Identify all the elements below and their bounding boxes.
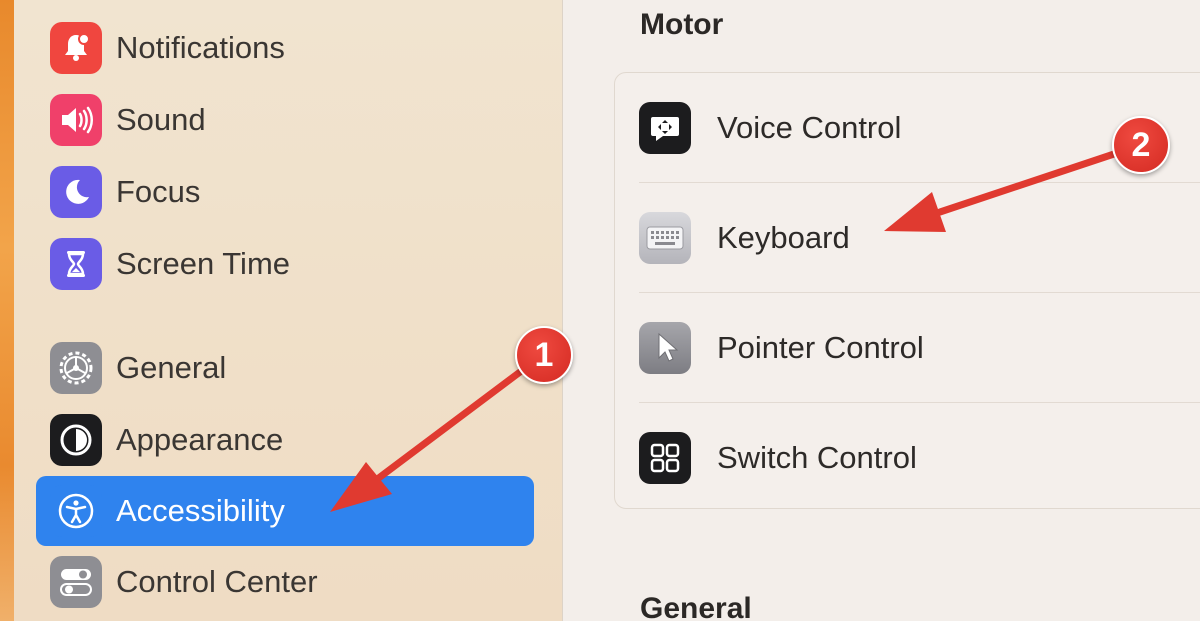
- row-pointer-control[interactable]: Pointer Control: [615, 293, 1200, 403]
- sidebar-item-label: General: [116, 350, 227, 385]
- sidebar-item-label: Sound: [116, 102, 206, 137]
- annotation-badge-1: 1: [515, 326, 573, 384]
- sidebar-item-accessibility[interactable]: Accessibility: [36, 476, 534, 546]
- section-title-general: General: [640, 592, 752, 621]
- sidebar: Notifications Sound Focus Screen Time Ge…: [14, 0, 562, 621]
- desktop-wallpaper: [0, 0, 14, 621]
- row-label: Pointer Control: [717, 330, 924, 365]
- speaker-icon: [50, 94, 102, 146]
- sidebar-item-label: Screen Time: [116, 246, 291, 281]
- sidebar-item-sound[interactable]: Sound: [36, 85, 534, 155]
- voice-control-icon: [639, 102, 691, 154]
- sidebar-item-label: Focus: [116, 174, 201, 209]
- annotation-badge-2: 2: [1112, 116, 1170, 174]
- row-label: Switch Control: [717, 440, 917, 475]
- keyboard-icon: [639, 212, 691, 264]
- sidebar-item-label: Appearance: [116, 422, 284, 457]
- hourglass-icon: [50, 238, 102, 290]
- row-switch-control[interactable]: Switch Control: [615, 403, 1200, 513]
- sidebar-item-general[interactable]: General: [36, 333, 534, 403]
- sidebar-item-label: Notifications: [116, 30, 285, 65]
- main-content: Motor Voice Control Keyboard Pointer Con…: [563, 0, 1200, 621]
- gear-icon: [50, 342, 102, 394]
- pointer-icon: [639, 322, 691, 374]
- sidebar-item-appearance[interactable]: Appearance: [36, 405, 534, 475]
- sidebar-item-label: Accessibility: [116, 493, 285, 528]
- accessibility-icon: [50, 485, 102, 537]
- sidebar-item-control-center[interactable]: Control Center: [36, 547, 534, 617]
- section-title-motor: Motor: [640, 8, 724, 41]
- moon-icon: [50, 166, 102, 218]
- sidebar-item-label: Control Center: [116, 564, 318, 599]
- toggles-icon: [50, 556, 102, 608]
- sidebar-item-focus[interactable]: Focus: [36, 157, 534, 227]
- row-keyboard[interactable]: Keyboard: [615, 183, 1200, 293]
- appearance-icon: [50, 414, 102, 466]
- row-label: Voice Control: [717, 110, 902, 145]
- bell-icon: [50, 22, 102, 74]
- row-label: Keyboard: [717, 220, 850, 255]
- row-voice-control[interactable]: Voice Control: [615, 73, 1200, 183]
- switch-control-icon: [639, 432, 691, 484]
- sidebar-item-screen-time[interactable]: Screen Time: [36, 229, 534, 299]
- sidebar-item-notifications[interactable]: Notifications: [36, 13, 534, 83]
